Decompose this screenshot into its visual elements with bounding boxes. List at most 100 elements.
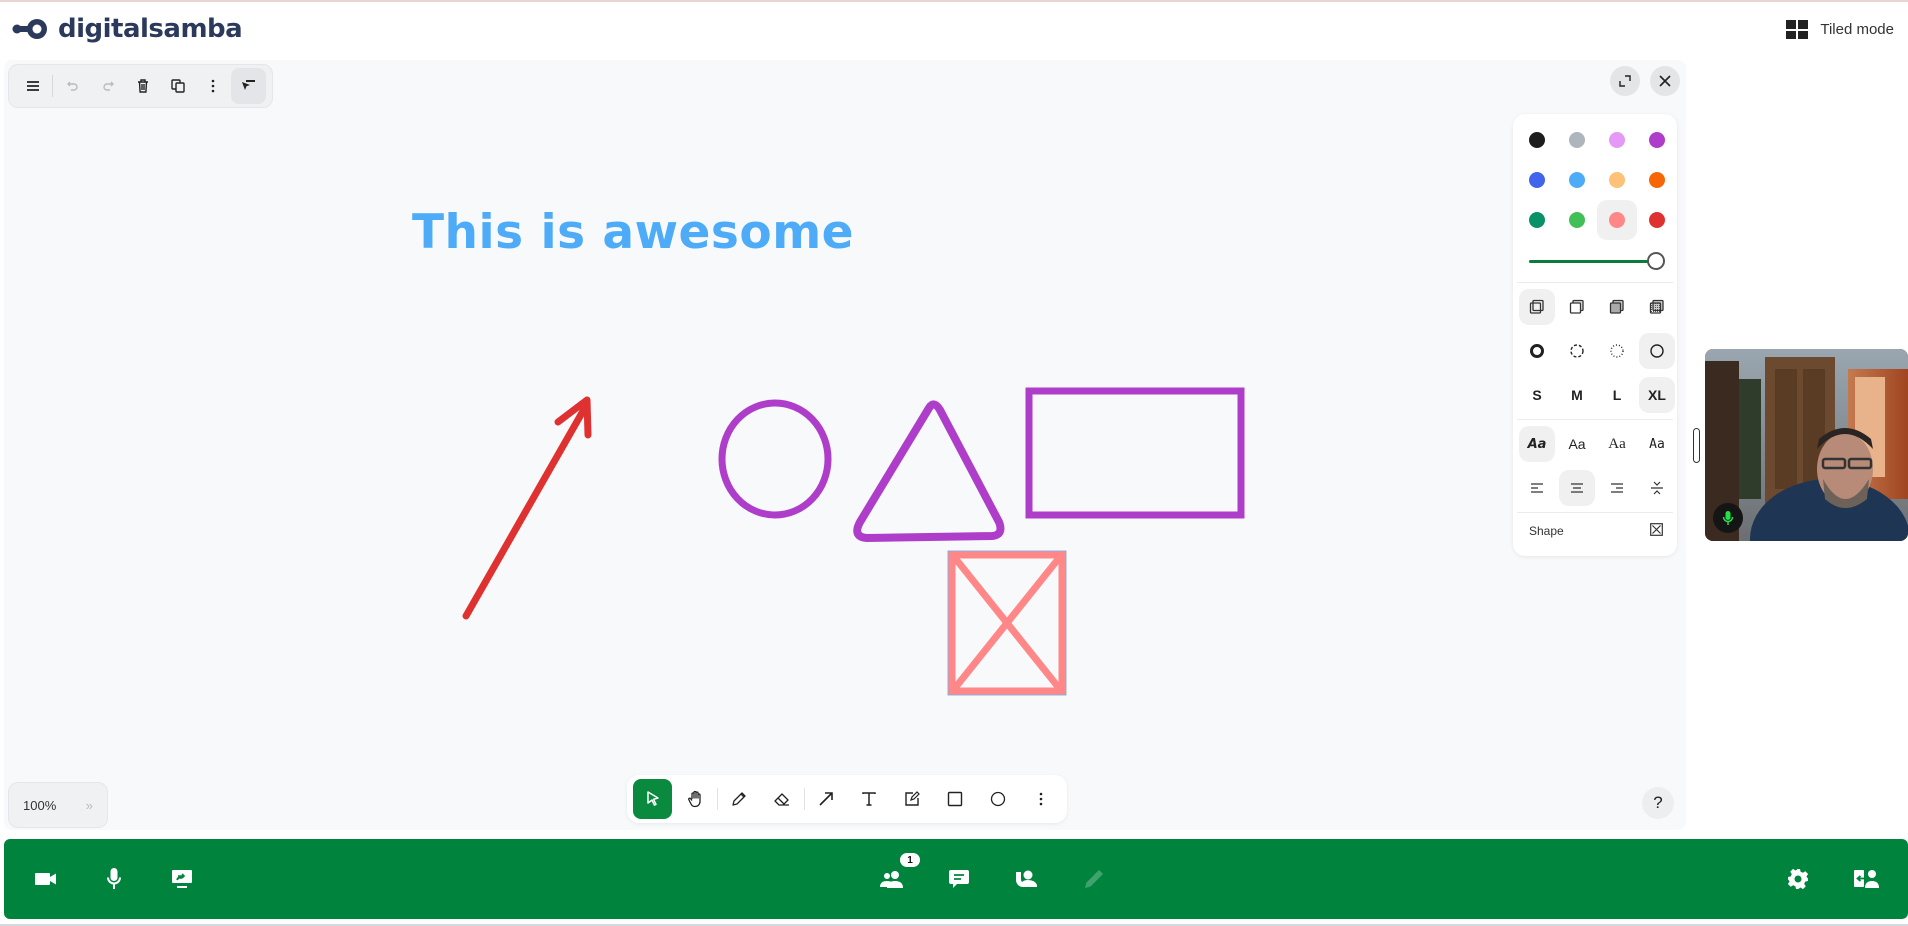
- tool-more[interactable]: [1022, 779, 1061, 819]
- mic-status-indicator: [1713, 503, 1743, 533]
- color-swatch-yellow[interactable]: [1597, 160, 1637, 200]
- color-dot: [1649, 212, 1665, 228]
- eraser-icon: [774, 793, 790, 806]
- pencil-icon: [732, 792, 747, 806]
- color-swatch-grey[interactable]: [1557, 120, 1597, 160]
- color-swatch-green[interactable]: [1517, 200, 1557, 240]
- color-swatch-light-green[interactable]: [1557, 200, 1597, 240]
- expand-button[interactable]: [1610, 66, 1640, 96]
- more-vertical-icon: [211, 79, 215, 93]
- rectangle-shape[interactable]: [1025, 387, 1245, 519]
- drawing-layer[interactable]: [4, 60, 1686, 830]
- settings-button[interactable]: [1780, 861, 1816, 897]
- size-m-button[interactable]: M: [1559, 377, 1595, 413]
- style-panel-toggle-button[interactable]: [230, 68, 266, 104]
- dash-options: [1517, 331, 1675, 375]
- microphone-button[interactable]: [96, 861, 132, 897]
- ellipse-shape[interactable]: [718, 399, 832, 519]
- size-xl-button[interactable]: XL: [1639, 377, 1675, 413]
- size-s-button[interactable]: S: [1519, 377, 1555, 413]
- screen-share-button[interactable]: [164, 861, 200, 897]
- fill-pattern-button[interactable]: [1639, 289, 1675, 325]
- fill-solid-button[interactable]: [1599, 289, 1635, 325]
- fill-solid-icon: [1609, 299, 1624, 314]
- opacity-slider-thumb[interactable]: [1647, 252, 1665, 270]
- shape-x-box-button[interactable]: [1650, 523, 1663, 539]
- participant-video-tile[interactable]: [1705, 349, 1908, 541]
- font-draw-button[interactable]: Aa: [1519, 426, 1555, 462]
- arrow-icon: [819, 792, 834, 806]
- sidebar-resize-handle[interactable]: [1693, 428, 1700, 463]
- color-dot: [1569, 212, 1585, 228]
- dash-dashed-icon: [1570, 344, 1584, 358]
- toolbar-divider: [52, 75, 54, 97]
- tool-draw[interactable]: [720, 779, 759, 819]
- tool-select[interactable]: [633, 779, 672, 819]
- undo-button[interactable]: [55, 68, 90, 104]
- camera-button[interactable]: [28, 861, 64, 897]
- opacity-slider-track[interactable]: [1529, 260, 1655, 263]
- tool-note[interactable]: [893, 779, 932, 819]
- raise-hand-button[interactable]: [1008, 861, 1044, 897]
- leave-button[interactable]: [1848, 861, 1884, 897]
- tool-arrow[interactable]: [807, 779, 846, 819]
- color-swatch-red[interactable]: [1637, 200, 1677, 240]
- hamburger-icon: [26, 81, 39, 91]
- participants-count-badge: 1: [900, 853, 920, 867]
- chat-button[interactable]: [941, 861, 977, 897]
- font-sans-button[interactable]: Aa: [1559, 426, 1595, 462]
- digitalsamba-logo-icon: [12, 19, 47, 39]
- color-swatch-light-violet[interactable]: [1597, 120, 1637, 160]
- tool-hand[interactable]: [676, 779, 715, 819]
- dash-dashed-button[interactable]: [1559, 333, 1595, 369]
- color-swatch-light-blue[interactable]: [1557, 160, 1597, 200]
- dash-draw-button[interactable]: [1519, 333, 1555, 369]
- arrow-shape[interactable]: [462, 396, 592, 620]
- color-swatch-orange[interactable]: [1637, 160, 1677, 200]
- help-button[interactable]: ?: [1642, 787, 1674, 819]
- align-center-button[interactable]: [1559, 470, 1595, 506]
- tool-bar: [627, 775, 1067, 823]
- zoom-indicator[interactable]: 100% »: [8, 782, 108, 828]
- opacity-slider[interactable]: [1525, 240, 1665, 282]
- dash-solid-button[interactable]: [1639, 333, 1675, 369]
- cursor-icon: [646, 791, 659, 806]
- participants-button[interactable]: 1: [874, 853, 920, 897]
- color-dot: [1529, 172, 1545, 188]
- minimap-toggle-icon[interactable]: »: [86, 798, 93, 813]
- size-l-button[interactable]: L: [1599, 377, 1635, 413]
- text-element[interactable]: This is awesome: [412, 205, 854, 260]
- size-label: XL: [1648, 387, 1666, 403]
- more-options-button[interactable]: [196, 68, 231, 104]
- close-whiteboard-button[interactable]: [1650, 66, 1680, 96]
- whiteboard-canvas[interactable]: This is awesome S M L XL Aa Aa Aa Aa Sha…: [4, 60, 1686, 830]
- font-mono-button[interactable]: Aa: [1639, 426, 1675, 462]
- align-right-button[interactable]: [1599, 470, 1635, 506]
- delete-button[interactable]: [125, 68, 160, 104]
- fill-semi-button[interactable]: [1559, 289, 1595, 325]
- whiteboard-button[interactable]: [1076, 861, 1112, 897]
- vertical-align-button[interactable]: [1639, 470, 1675, 506]
- fill-none-button[interactable]: [1519, 289, 1555, 325]
- size-label: L: [1612, 387, 1622, 403]
- menu-button[interactable]: [15, 68, 50, 104]
- tool-rectangle[interactable]: [936, 779, 975, 819]
- color-swatch-blue[interactable]: [1517, 160, 1557, 200]
- triangle-shape[interactable]: [853, 400, 1005, 542]
- color-swatch-violet[interactable]: [1637, 120, 1677, 160]
- color-swatch-light-red[interactable]: [1597, 200, 1637, 240]
- redo-button[interactable]: [90, 68, 125, 104]
- tool-text[interactable]: [850, 779, 889, 819]
- align-left-button[interactable]: [1519, 470, 1555, 506]
- tool-eraser[interactable]: [763, 779, 802, 819]
- font-serif-button[interactable]: Aa: [1599, 426, 1635, 462]
- tiled-mode-button[interactable]: Tiled mode: [1786, 20, 1894, 39]
- fill-semi-icon: [1569, 299, 1584, 314]
- tool-ellipse[interactable]: [979, 779, 1018, 819]
- expand-icon: [1619, 75, 1631, 87]
- x-box-shape[interactable]: [947, 550, 1067, 696]
- dash-dotted-button[interactable]: [1599, 333, 1635, 369]
- duplicate-button[interactable]: [161, 68, 196, 104]
- color-swatch-black[interactable]: [1517, 120, 1557, 160]
- leave-icon: [1854, 870, 1879, 888]
